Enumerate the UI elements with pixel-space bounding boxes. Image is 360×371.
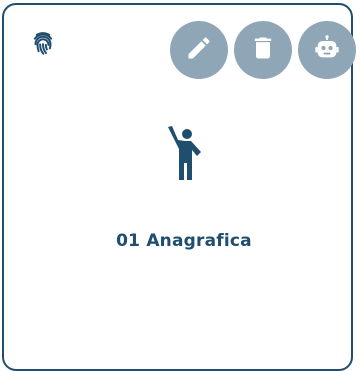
anagrafica-card[interactable]: 01 Anagrafica	[2, 3, 356, 371]
edit-icon	[185, 34, 213, 67]
delete-button[interactable]	[234, 21, 292, 79]
edit-button[interactable]	[170, 21, 228, 79]
card-actions	[170, 21, 356, 79]
fingerprint-icon	[28, 28, 58, 58]
delete-icon	[249, 34, 277, 67]
card-title: 01 Anagrafica	[116, 231, 252, 251]
person-waving-icon	[164, 125, 210, 181]
robot-icon	[313, 34, 341, 67]
robot-button[interactable]	[298, 21, 356, 79]
